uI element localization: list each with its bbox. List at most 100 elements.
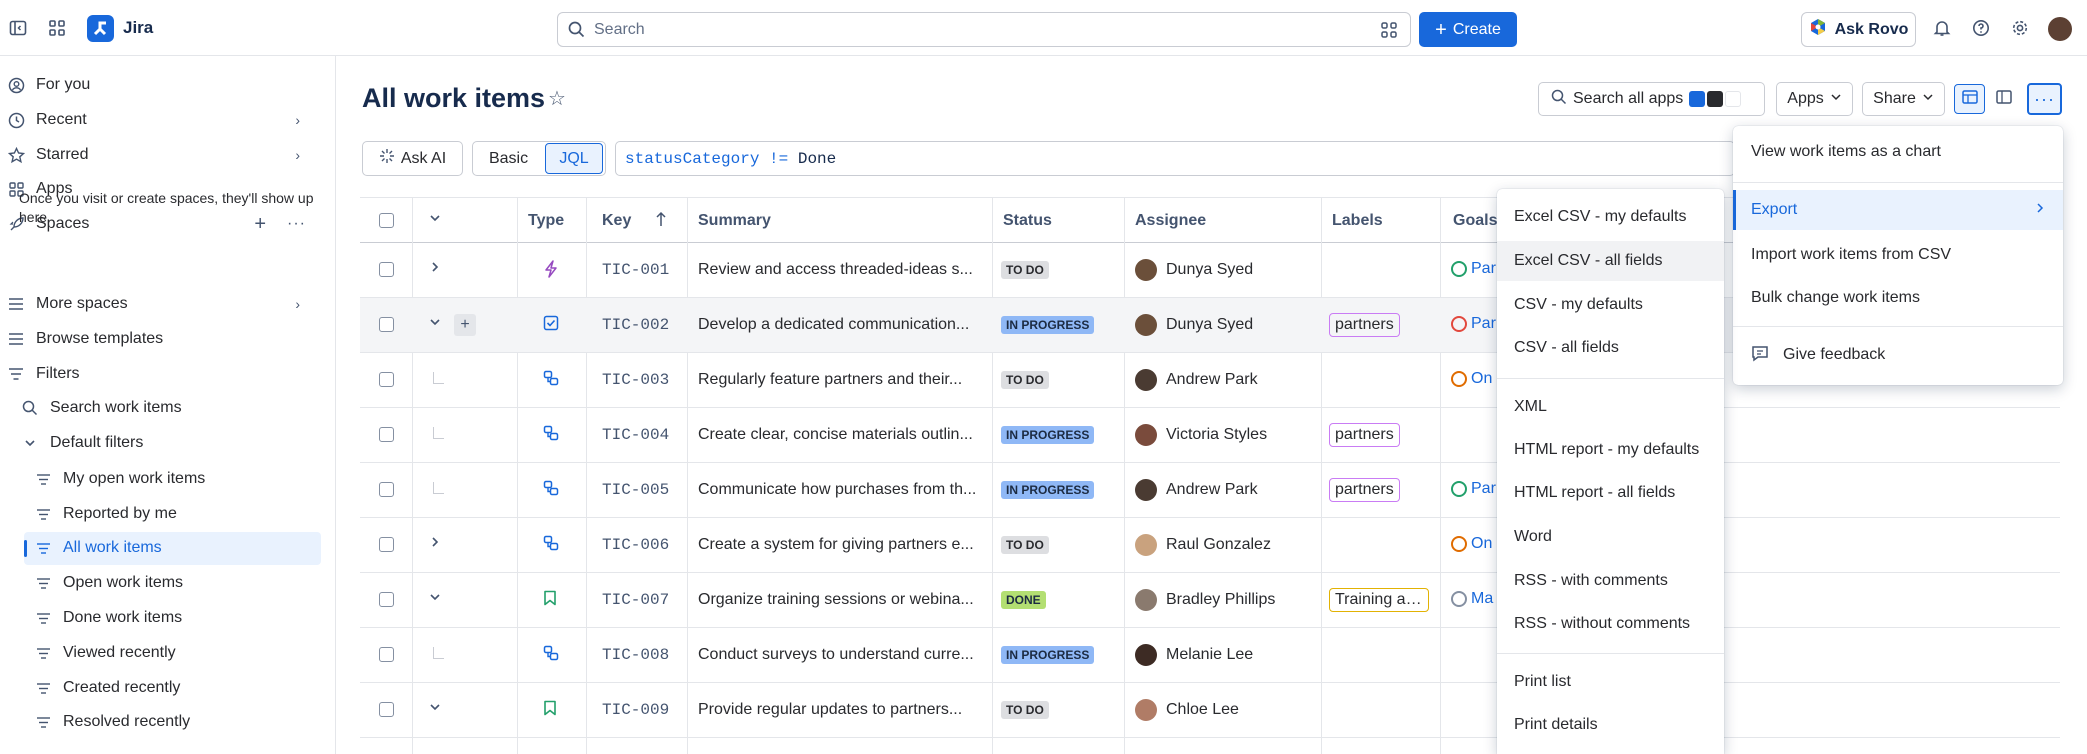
expand-all-icon[interactable] <box>428 211 442 228</box>
work-item-summary[interactable]: Create clear, concise materials outlin..… <box>698 426 983 444</box>
label-chip[interactable]: partners <box>1329 313 1400 337</box>
label-chip[interactable]: Training an... <box>1329 588 1429 612</box>
work-item-summary[interactable]: Provide regular updates to partners... <box>698 701 983 719</box>
table-row[interactable]: TIC-009 Provide regular updates to partne… <box>360 683 2060 738</box>
ask-ai-button[interactable]: Ask AI <box>362 141 463 176</box>
export-excel-csv-all-fields[interactable]: Excel CSV - all fields <box>1497 241 1724 281</box>
column-header-type[interactable]: Type <box>528 212 564 230</box>
sort-ascending-icon[interactable] <box>655 211 667 232</box>
table-row[interactable]: TIC-007 Organize training sessions or web… <box>360 573 2060 628</box>
row-checkbox[interactable] <box>379 262 394 277</box>
create-button[interactable]: + Create <box>1419 12 1517 47</box>
row-checkbox[interactable] <box>379 592 394 607</box>
sidebar-item-starred[interactable]: Starred › <box>6 139 324 171</box>
work-item-key[interactable]: TIC-004 <box>602 426 669 444</box>
expand-row-icon[interactable] <box>428 260 442 277</box>
work-item-summary[interactable]: Communicate how purchases from th... <box>698 481 983 499</box>
goal-link[interactable]: Ma <box>1451 590 1493 608</box>
assignee-cell[interactable]: Bradley Phillips <box>1135 589 1275 611</box>
status-badge[interactable]: IN PROGRESS <box>1001 316 1095 334</box>
export-html-all-fields[interactable]: HTML report - all fields <box>1497 473 1724 513</box>
status-badge[interactable]: IN PROGRESS <box>1001 481 1095 499</box>
menu-item-bulk-change[interactable]: Bulk change work items <box>1733 278 2063 318</box>
column-header-key[interactable]: Key <box>602 212 631 230</box>
label-chip[interactable]: partners <box>1329 423 1400 447</box>
user-avatar[interactable] <box>2048 17 2072 41</box>
table-row[interactable]: TIC-005 Communicate how purchases from th… <box>360 463 2060 518</box>
work-item-key[interactable]: TIC-001 <box>602 261 669 279</box>
apps-dropdown-button[interactable]: Apps <box>1776 82 1853 116</box>
status-badge[interactable]: DONE <box>1001 591 1046 609</box>
status-badge[interactable]: TO DO <box>1001 536 1049 554</box>
assignee-cell[interactable]: Chloe Lee <box>1135 699 1239 721</box>
sidebar-filter-open-work-items[interactable]: Open work items <box>33 567 183 599</box>
collapse-row-icon[interactable] <box>428 700 442 717</box>
work-item-key[interactable]: TIC-003 <box>602 371 669 389</box>
export-xml[interactable]: XML <box>1497 387 1724 427</box>
add-child-icon[interactable]: + <box>454 314 476 336</box>
star-icon[interactable]: ☆ <box>548 86 566 111</box>
jira-logo-icon[interactable] <box>87 15 114 42</box>
search-filter-icon[interactable] <box>1380 21 1398 44</box>
sidebar-item-search-work-items[interactable]: Search work items <box>20 392 182 424</box>
list-view-toggle[interactable] <box>1954 84 1985 114</box>
row-checkbox[interactable] <box>379 647 394 662</box>
more-actions-button[interactable]: ··· <box>2027 83 2062 115</box>
goal-link[interactable]: Par <box>1451 315 1496 333</box>
collapse-row-icon[interactable] <box>428 590 442 607</box>
select-all-checkbox[interactable] <box>379 213 394 228</box>
menu-item-import-csv[interactable]: Import work items from CSV <box>1733 235 2063 275</box>
export-rss-without-comments[interactable]: RSS - without comments <box>1497 604 1724 644</box>
goal-link[interactable]: On <box>1451 535 1492 553</box>
work-item-summary[interactable]: Organize training sessions or webina... <box>698 591 983 609</box>
export-print-list[interactable]: Print list <box>1497 662 1724 702</box>
menu-item-export[interactable]: Export <box>1733 190 2063 230</box>
export-csv-all-fields[interactable]: CSV - all fields <box>1497 328 1724 368</box>
sidebar-item-default-filters[interactable]: Default filters <box>20 427 143 459</box>
column-header-assignee[interactable]: Assignee <box>1135 212 1206 230</box>
sidebar-item-for-you[interactable]: For you <box>6 69 90 101</box>
work-item-key[interactable]: TIC-008 <box>602 646 669 664</box>
row-checkbox[interactable] <box>379 427 394 442</box>
row-checkbox[interactable] <box>379 702 394 717</box>
status-badge[interactable]: TO DO <box>1001 701 1049 719</box>
sidebar-filter-viewed-recently[interactable]: Viewed recently <box>33 637 176 669</box>
notifications-bell-icon[interactable] <box>1928 14 1956 42</box>
chevron-right-icon[interactable]: › <box>295 147 300 163</box>
sidebar-item-browse-templates[interactable]: Browse templates <box>6 323 163 355</box>
settings-gear-icon[interactable] <box>2006 14 2034 42</box>
menu-item-view-as-chart[interactable]: View work items as a chart <box>1733 132 2063 172</box>
work-item-key[interactable]: TIC-006 <box>602 536 669 554</box>
column-header-goals[interactable]: Goals <box>1453 212 1497 230</box>
column-header-status[interactable]: Status <box>1003 212 1052 230</box>
export-rss-with-comments[interactable]: RSS - with comments <box>1497 561 1724 601</box>
sidebar-item-filters[interactable]: Filters <box>6 358 80 390</box>
search-all-apps-button[interactable]: Search all apps <box>1538 82 1765 116</box>
help-icon[interactable] <box>1967 14 1995 42</box>
row-checkbox[interactable] <box>379 482 394 497</box>
work-item-summary[interactable]: Conduct surveys to understand curre... <box>698 646 983 664</box>
assignee-cell[interactable]: Andrew Park <box>1135 479 1258 501</box>
work-item-summary[interactable]: Create a system for giving partners e... <box>698 536 983 554</box>
row-checkbox[interactable] <box>379 317 394 332</box>
expand-row-icon[interactable] <box>428 535 442 552</box>
sidebar-item-more-spaces[interactable]: More spaces › <box>6 288 324 320</box>
status-badge[interactable]: IN PROGRESS <box>1001 426 1095 444</box>
menu-item-give-feedback[interactable]: Give feedback <box>1733 335 2063 375</box>
chevron-right-icon[interactable]: › <box>295 112 300 128</box>
goal-link[interactable]: Par <box>1451 480 1496 498</box>
work-item-summary[interactable]: Regularly feature partners and their... <box>698 371 983 389</box>
assignee-cell[interactable]: Victoria Styles <box>1135 424 1267 446</box>
global-search-input[interactable]: Search <box>557 12 1411 47</box>
jql-query-input[interactable]: statusCategory != Done <box>615 141 1735 176</box>
work-item-summary[interactable]: Review and access threaded-ideas s... <box>698 261 983 279</box>
detail-view-toggle[interactable] <box>1988 84 2019 114</box>
collapse-sidebar-icon[interactable] <box>4 14 32 42</box>
work-item-key[interactable]: TIC-002 <box>602 316 669 334</box>
row-checkbox[interactable] <box>379 372 394 387</box>
sidebar-filter-my-open[interactable]: My open work items <box>33 463 205 495</box>
goal-link[interactable]: On <box>1451 370 1492 388</box>
sidebar-filter-all-work-items[interactable]: All work items <box>33 532 162 564</box>
sidebar-filter-resolved-recently[interactable]: Resolved recently <box>33 706 190 738</box>
assignee-cell[interactable]: Raul Gonzalez <box>1135 534 1271 556</box>
